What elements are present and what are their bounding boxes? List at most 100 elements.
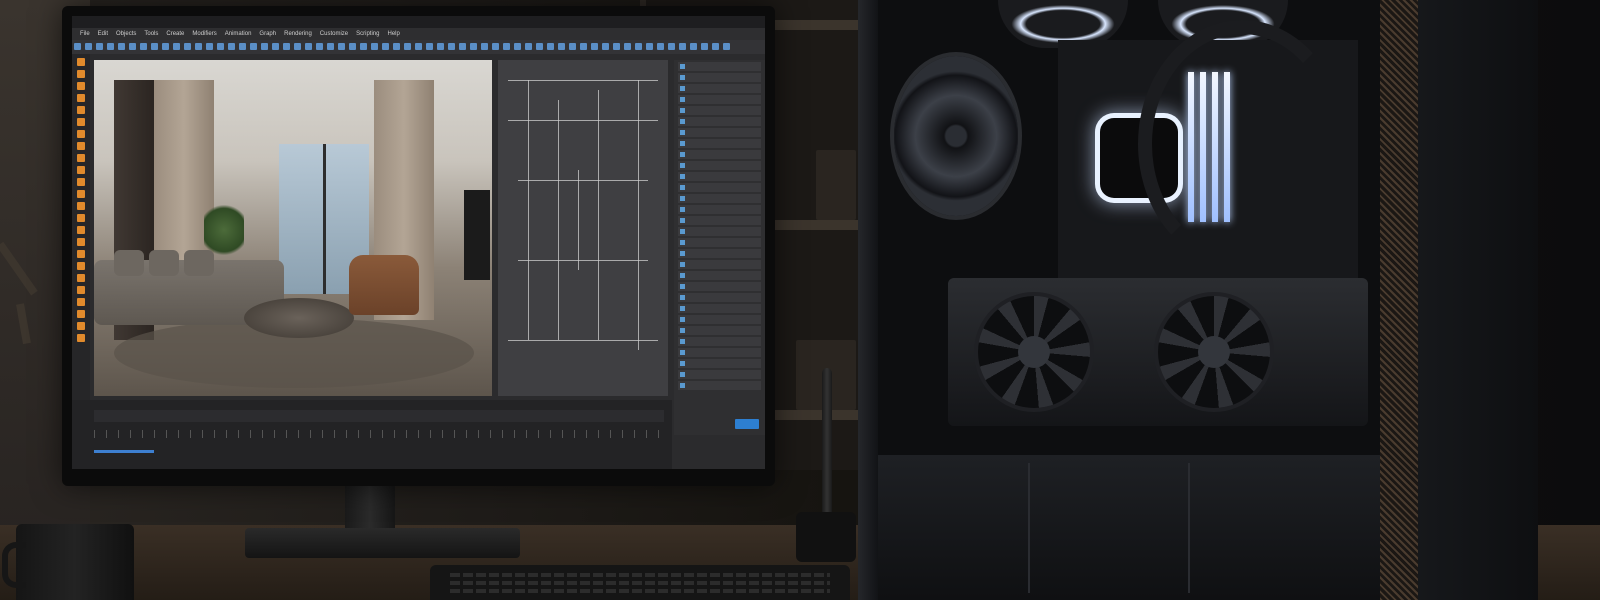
toolbar-tool-icon[interactable] [426, 43, 433, 50]
menu-item[interactable]: Help [387, 28, 399, 40]
toolbar-tool-icon[interactable] [382, 43, 389, 50]
property-row[interactable] [678, 249, 761, 258]
toolbar-tool-icon[interactable] [602, 43, 609, 50]
side-tool-icon[interactable] [77, 190, 85, 198]
toolbar-tool-icon[interactable] [349, 43, 356, 50]
property-row[interactable] [678, 337, 761, 346]
side-tool-icon[interactable] [77, 94, 85, 102]
timeline-transport-bar[interactable] [94, 410, 664, 422]
property-row[interactable] [678, 326, 761, 335]
property-row[interactable] [678, 260, 761, 269]
side-tool-icon[interactable] [77, 262, 85, 270]
toolbar-tool-icon[interactable] [173, 43, 180, 50]
side-tool-icon[interactable] [77, 130, 85, 138]
toolbar-tool-icon[interactable] [360, 43, 367, 50]
toolbar-tool-icon[interactable] [712, 43, 719, 50]
side-tool-icon[interactable] [77, 118, 85, 126]
menu-item[interactable]: File [80, 28, 90, 40]
menu-item[interactable]: Create [166, 28, 184, 40]
toolbar-tool-icon[interactable] [580, 43, 587, 50]
side-tool-icon[interactable] [77, 274, 85, 282]
toolbar-tool-icon[interactable] [74, 43, 81, 50]
toolbar-tool-icon[interactable] [96, 43, 103, 50]
toolbar-tool-icon[interactable] [591, 43, 598, 50]
toolbar-tool-icon[interactable] [448, 43, 455, 50]
side-tool-icon[interactable] [77, 142, 85, 150]
side-tool-icon[interactable] [77, 70, 85, 78]
toolbar-tool-icon[interactable] [415, 43, 422, 50]
toolbar-tool-icon[interactable] [635, 43, 642, 50]
property-row[interactable] [678, 139, 761, 148]
toolbar-tool-icon[interactable] [85, 43, 92, 50]
side-tool-icon[interactable] [77, 226, 85, 234]
toolbar-tool-icon[interactable] [184, 43, 191, 50]
menu-item[interactable]: Scripting [356, 28, 379, 40]
toolbar-tool-icon[interactable] [503, 43, 510, 50]
toolbar-tool-icon[interactable] [437, 43, 444, 50]
property-row[interactable] [678, 73, 761, 82]
toolbar-tool-icon[interactable] [514, 43, 521, 50]
toolbar-tool-icon[interactable] [217, 43, 224, 50]
toolbar-tool-icon[interactable] [228, 43, 235, 50]
side-tool-icon[interactable] [77, 334, 85, 342]
side-tool-icon[interactable] [77, 286, 85, 294]
menu-item[interactable]: Rendering [284, 28, 312, 40]
property-row[interactable] [678, 282, 761, 291]
side-tool-icon[interactable] [77, 250, 85, 258]
property-row[interactable] [678, 227, 761, 236]
property-row[interactable] [678, 205, 761, 214]
toolbar-tool-icon[interactable] [261, 43, 268, 50]
menu-item[interactable]: Customize [320, 28, 348, 40]
toolbar-tool-icon[interactable] [624, 43, 631, 50]
property-row[interactable] [678, 238, 761, 247]
toolbar-tool-icon[interactable] [140, 43, 147, 50]
toolbar-tool-icon[interactable] [107, 43, 114, 50]
property-row[interactable] [678, 304, 761, 313]
property-row[interactable] [678, 381, 761, 390]
side-tool-icon[interactable] [77, 214, 85, 222]
toolbar-tool-icon[interactable] [492, 43, 499, 50]
toolbar-tool-icon[interactable] [305, 43, 312, 50]
toolbar-tool-icon[interactable] [162, 43, 169, 50]
toolbar-tool-icon[interactable] [404, 43, 411, 50]
property-row[interactable] [678, 172, 761, 181]
toolbar-tool-icon[interactable] [206, 43, 213, 50]
toolbar-tool-icon[interactable] [690, 43, 697, 50]
property-row[interactable] [678, 95, 761, 104]
property-row[interactable] [678, 62, 761, 71]
toolbar-tool-icon[interactable] [525, 43, 532, 50]
toolbar-tool-icon[interactable] [195, 43, 202, 50]
property-row[interactable] [678, 183, 761, 192]
toolbar-tool-icon[interactable] [470, 43, 477, 50]
toolbar-tool-icon[interactable] [668, 43, 675, 50]
toolbar-tool-icon[interactable] [327, 43, 334, 50]
property-row[interactable] [678, 348, 761, 357]
toolbar-tool-icon[interactable] [481, 43, 488, 50]
toolbar-tool-icon[interactable] [613, 43, 620, 50]
toolbar-tool-icon[interactable] [283, 43, 290, 50]
menu-item[interactable]: Graph [259, 28, 276, 40]
menu-item[interactable]: Tools [144, 28, 158, 40]
toolbar-tool-icon[interactable] [239, 43, 246, 50]
toolbar-tool-icon[interactable] [316, 43, 323, 50]
side-tool-icon[interactable] [77, 178, 85, 186]
property-row[interactable] [678, 216, 761, 225]
toolbar-tool-icon[interactable] [294, 43, 301, 50]
property-row[interactable] [678, 315, 761, 324]
toolbar-tool-icon[interactable] [272, 43, 279, 50]
menu-item[interactable]: Modifiers [192, 28, 216, 40]
side-tool-icon[interactable] [77, 298, 85, 306]
menu-item[interactable]: Edit [98, 28, 108, 40]
property-row[interactable] [678, 271, 761, 280]
toolbar-tool-icon[interactable] [569, 43, 576, 50]
toolbar-tool-icon[interactable] [129, 43, 136, 50]
property-row[interactable] [678, 150, 761, 159]
toolbar-tool-icon[interactable] [657, 43, 664, 50]
toolbar-tool-icon[interactable] [151, 43, 158, 50]
property-row[interactable] [678, 106, 761, 115]
toolbar-tool-icon[interactable] [118, 43, 125, 50]
side-tool-icon[interactable] [77, 322, 85, 330]
property-row[interactable] [678, 84, 761, 93]
side-tool-icon[interactable] [77, 58, 85, 66]
toolbar-tool-icon[interactable] [536, 43, 543, 50]
